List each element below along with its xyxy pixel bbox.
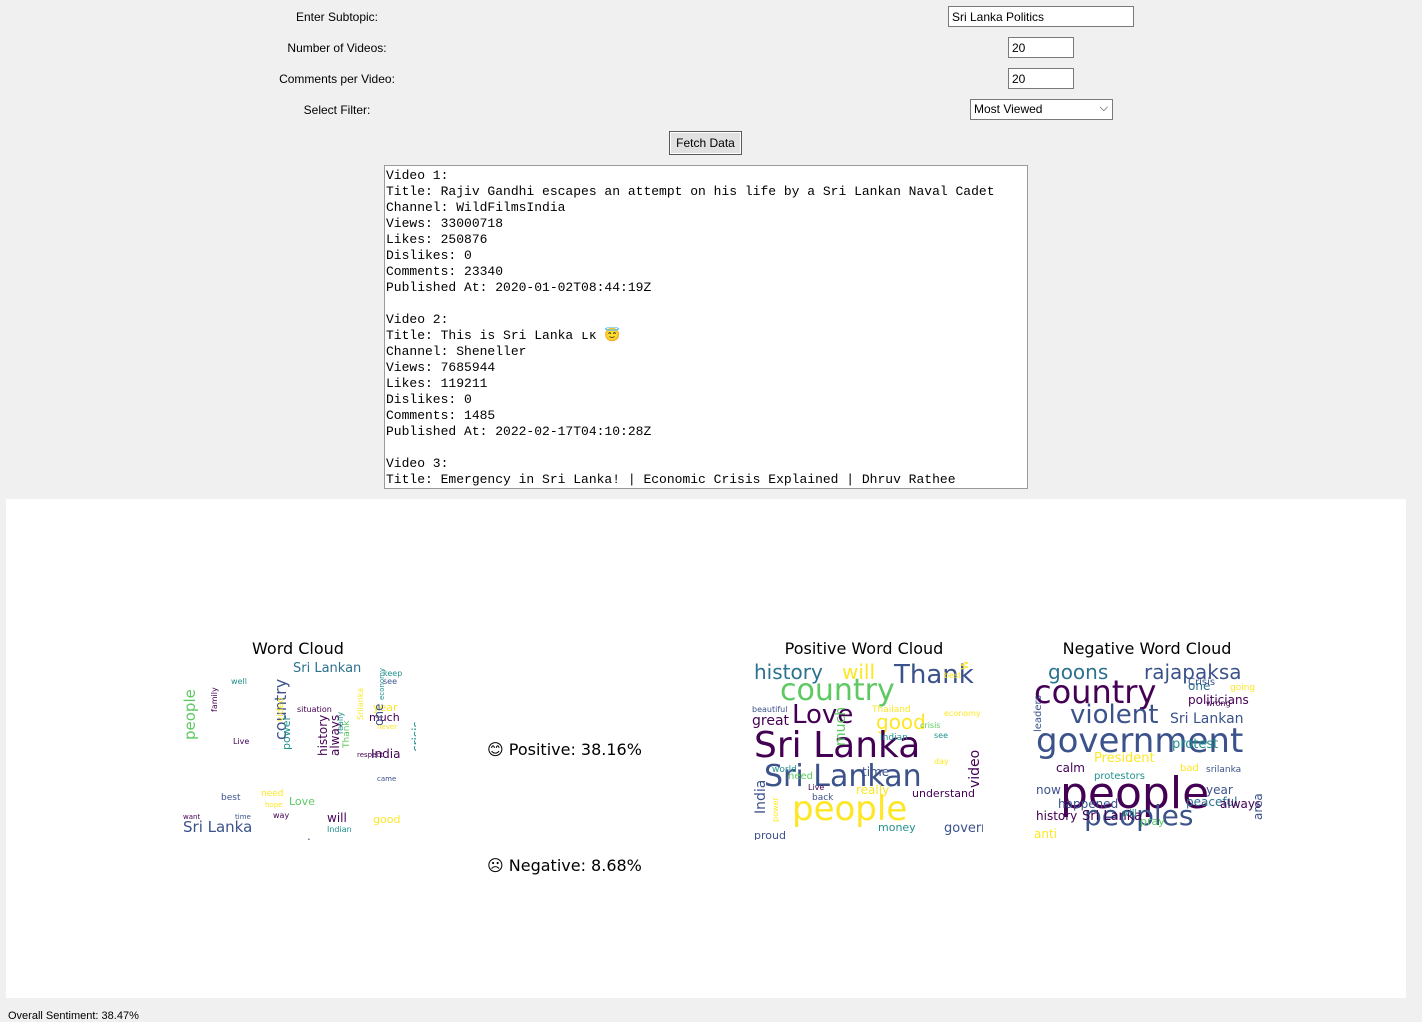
cloud-word: crisis <box>410 721 416 752</box>
cloud-word: proud <box>754 829 786 840</box>
cloud-word: India <box>753 779 769 814</box>
cloud-word: best <box>221 793 241 803</box>
cloud-word: see <box>383 677 398 686</box>
cloud-word: Indian <box>880 733 908 743</box>
cloud-word: anti <box>1034 827 1057 840</box>
cloud-word: day <box>934 757 949 766</box>
cloud-word: really <box>336 711 345 734</box>
filter-select[interactable]: Most Viewed ⌵ <box>970 99 1113 120</box>
number-of-videos-label: Number of Videos: <box>287 41 387 55</box>
cloud-word: beautiful <box>752 705 788 714</box>
cloud-word: economy <box>944 709 981 718</box>
comments-per-video-input[interactable] <box>1008 68 1074 89</box>
cloud-word: understand <box>912 787 975 800</box>
cloud-word: never <box>377 723 398 731</box>
comments-per-video-label: Comments per Video: <box>279 72 395 86</box>
subtopic-label: Enter Subtopic: <box>295 10 379 24</box>
cloud-word: money <box>878 821 916 834</box>
cloud-word: srilanka <box>1206 765 1242 775</box>
fetch-data-button[interactable]: Fetch Data <box>669 131 742 155</box>
cloud-word: much <box>833 706 849 746</box>
cloud-word: see <box>934 731 949 740</box>
chevron-down-icon[interactable]: ⌵ <box>1100 102 1108 115</box>
cloud-word: President <box>1094 751 1155 766</box>
cloud-word: history <box>1036 809 1078 823</box>
cloud-word: will <box>1122 809 1137 819</box>
cloud-word: time <box>862 765 890 779</box>
cloud-word: Thailand <box>872 705 911 715</box>
cloud-word: Sri Lankan <box>293 662 362 676</box>
cloud-word: wrong <box>1206 699 1231 708</box>
cloud-word: family <box>210 687 219 712</box>
negative-sentiment-text: ☹ Negative: 8.68% <box>487 856 642 875</box>
cloud-word: really <box>856 783 890 797</box>
cloud-word: government <box>233 838 312 840</box>
cloud-word: year <box>1206 783 1233 797</box>
negative-word-cloud-title: Negative Word Cloud <box>1062 639 1232 658</box>
cloud-word: Live <box>808 783 825 792</box>
cloud-word: going <box>1230 683 1256 693</box>
cloud-word: want <box>183 813 201 821</box>
negative-word-cloud-image: goons rajapaksa country one violent Sri Lanka… <box>1030 662 1265 840</box>
cloud-word: Live <box>233 737 250 746</box>
cloud-word: Srilanka <box>356 687 365 720</box>
overall-sentiment-status: Overall Sentiment: 38.47% <box>8 1010 139 1022</box>
filter-select-value: Most Viewed <box>974 102 1043 116</box>
subtopic-input[interactable] <box>948 6 1134 27</box>
positive-word-cloud-image: history will country Thank Love good Sri Lanka… <box>748 662 983 840</box>
chart-canvas: Word Cloud Sri Lankan people country Sri La… <box>6 499 1406 998</box>
cloud-word: leaders <box>1033 695 1044 732</box>
cloud-word: video <box>276 697 286 722</box>
cloud-word: Love <box>289 795 315 808</box>
cloud-word: need <box>261 789 284 799</box>
cloud-word: people <box>181 689 199 740</box>
cloud-word: crisis <box>920 721 941 730</box>
word-cloud-title: Word Cloud <box>252 639 344 658</box>
video-output-textbox[interactable]: Video 1: Title: Rajiv Gandhi escapes an … <box>384 165 1028 489</box>
video-output-text: Video 1: Title: Rajiv Gandhi escapes an … <box>386 168 995 487</box>
number-of-videos-input[interactable] <box>1008 37 1074 58</box>
cloud-word: great <box>752 713 790 729</box>
cloud-word: bad <box>1180 763 1199 774</box>
filter-label: Select Filter: <box>303 103 371 117</box>
cloud-word: now <box>1036 783 1061 797</box>
cloud-word: area <box>1251 793 1265 820</box>
cloud-word: situation <box>297 705 332 714</box>
cloud-word: government <box>944 821 983 836</box>
cloud-word: video <box>967 749 983 788</box>
cloud-word: hope <box>265 801 283 809</box>
positive-sentiment-text: 😊 Positive: 38.16% <box>487 740 642 759</box>
cloud-word: will <box>327 811 347 825</box>
cloud-word: pray <box>1140 815 1165 828</box>
cloud-word: Indian <box>327 825 352 834</box>
cloud-word: Sri Lanka <box>183 818 253 836</box>
cloud-word: respect <box>357 751 384 759</box>
cloud-word: well <box>957 662 971 670</box>
cloud-word: world <box>772 765 797 775</box>
cloud-word: best <box>944 671 962 680</box>
cloud-word: came <box>377 775 397 783</box>
cloud-word: good <box>373 813 401 826</box>
word-cloud-image: Sri Lankan people country Sri Lanka history a… <box>181 662 416 840</box>
cloud-word: well <box>231 677 247 686</box>
cloud-word: power <box>771 797 780 822</box>
cloud-word: protest <box>1172 737 1219 752</box>
cloud-word: back <box>812 793 834 803</box>
cloud-word: time <box>235 813 251 821</box>
cloud-word: Crisis <box>1188 677 1216 688</box>
positive-word-cloud-title: Positive Word Cloud <box>784 639 944 658</box>
cloud-word: way <box>273 811 290 820</box>
